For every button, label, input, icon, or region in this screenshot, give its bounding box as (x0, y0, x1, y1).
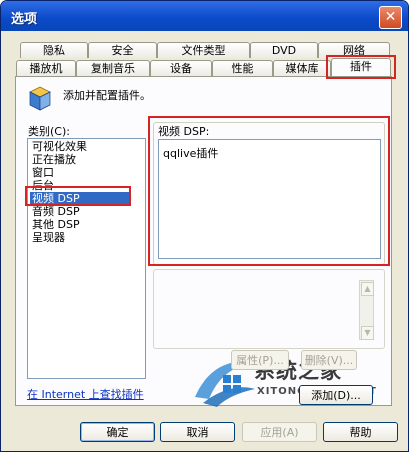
list-item[interactable]: 后台 (32, 179, 54, 192)
title-bar[interactable]: 选项 ✕ (1, 1, 408, 31)
tab-dvd[interactable]: DVD (250, 42, 318, 58)
plugin-box-icon (29, 86, 51, 111)
scroll-down-icon[interactable]: ▼ (361, 326, 374, 340)
tab-player[interactable]: 播放机 (16, 60, 76, 76)
plugins-description: 添加并配置插件。 (63, 89, 151, 102)
add-plugin-button[interactable]: 添加(D)... (299, 385, 373, 405)
remove-button[interactable]: 删除(V)... (301, 350, 357, 370)
apply-button[interactable]: 应用(A) (242, 422, 317, 442)
close-icon[interactable]: ✕ (379, 6, 402, 29)
list-item-selected[interactable]: 视频 DSP (30, 192, 131, 205)
tab-file-types[interactable]: 文件类型 (157, 42, 250, 58)
tab-network[interactable]: 网络 (318, 42, 390, 58)
list-item[interactable]: 呈现器 (32, 231, 65, 244)
list-item[interactable]: 可视化效果 (32, 140, 87, 153)
cancel-button[interactable]: 取消 (160, 422, 235, 442)
tab-privacy[interactable]: 隐私 (20, 42, 88, 58)
list-item[interactable]: qqlive插件 (163, 145, 218, 161)
category-label: 类别(C): (28, 125, 70, 138)
list-item[interactable]: 窗口 (32, 166, 54, 179)
tab-security[interactable]: 安全 (88, 42, 157, 58)
plugin-info-box (153, 269, 385, 349)
options-dialog: 选项 ✕ 隐私 安全 文件类型 DVD 网络 播放机 复制音乐 设备 性能 媒体… (0, 0, 409, 452)
find-plugins-link[interactable]: 在 Internet 上查找插件 (27, 386, 144, 402)
category-list[interactable]: 可视化效果 正在播放 窗口 后台 视频 DSP 音频 DSP 其他 DSP 呈现… (27, 138, 146, 379)
info-scrollbar[interactable]: ▲ ▼ (359, 280, 374, 340)
tab-performance[interactable]: 性能 (212, 60, 273, 76)
scroll-up-icon[interactable]: ▲ (361, 282, 374, 296)
list-item[interactable]: 音频 DSP (32, 205, 80, 218)
tab-devices[interactable]: 设备 (150, 60, 212, 76)
tab-library[interactable]: 媒体库 (273, 60, 331, 76)
ok-button[interactable]: 确定 (80, 422, 155, 442)
tab-plugins[interactable]: 插件 (331, 58, 391, 77)
dsp-plugin-list[interactable]: qqlive插件 (158, 139, 381, 259)
list-item[interactable]: 其他 DSP (32, 218, 80, 231)
tab-rip-music[interactable]: 复制音乐 (76, 60, 150, 76)
properties-button[interactable]: 属性(P)... (231, 350, 289, 370)
help-button[interactable]: 帮助 (323, 422, 398, 442)
list-item[interactable]: 正在播放 (32, 153, 76, 166)
dsp-group-label: 视频 DSP: (156, 123, 212, 139)
window-title: 选项 (11, 12, 38, 27)
